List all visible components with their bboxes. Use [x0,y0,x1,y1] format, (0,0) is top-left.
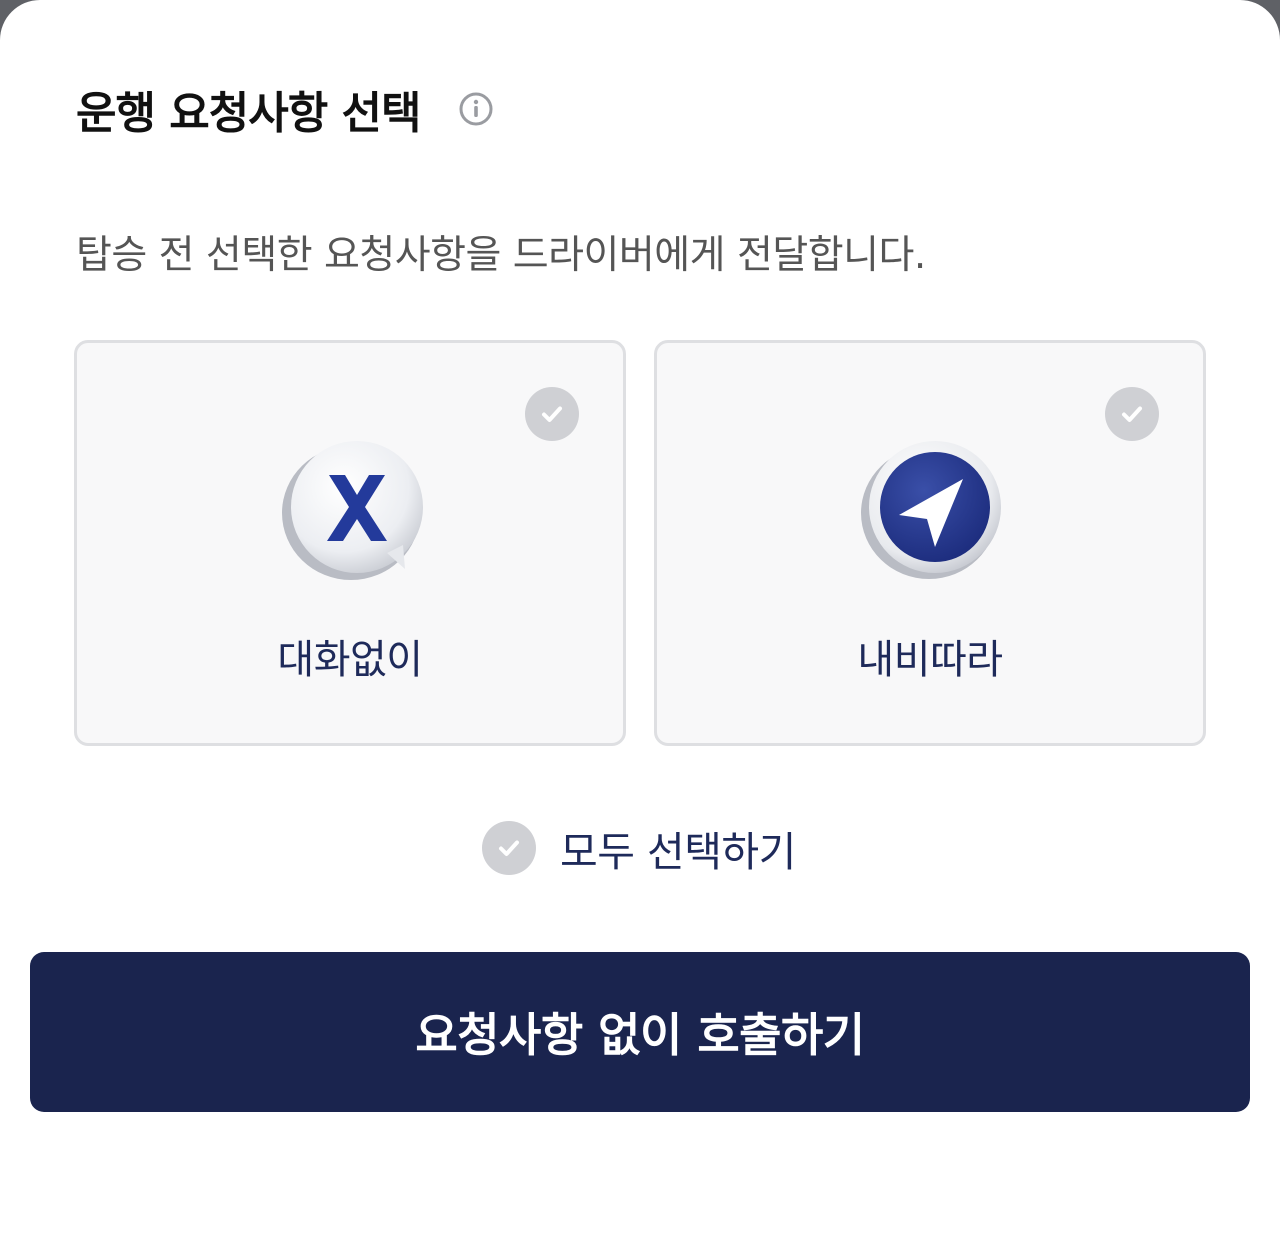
info-icon[interactable] [458,91,494,127]
bottom-sheet: 운행 요청사항 선택 탑승 전 선택한 요청사항을 드라이버에게 전달합니다. [0,0,1280,1244]
option-card-no-chat[interactable]: 대화없이 [74,340,626,746]
no-chat-icon [279,435,427,583]
check-icon [1105,387,1159,441]
option-card-navigation[interactable]: 내비따라 [654,340,1206,746]
header: 운행 요청사항 선택 [76,78,494,140]
request-options: 대화없이 내비따라 [74,340,1208,746]
call-without-request-button[interactable]: 요청사항 없이 호출하기 [30,952,1250,1112]
check-icon [482,821,536,875]
select-all-toggle[interactable]: 모두 선택하기 [482,820,796,876]
page-title: 운행 요청사항 선택 [76,88,421,139]
description-text: 탑승 전 선택한 요청사항을 드라이버에게 전달합니다. [76,233,926,278]
check-icon [525,387,579,441]
select-all-label: 모두 선택하기 [560,828,796,876]
navigation-arrow-icon [859,435,1007,583]
option-label: 대화없이 [277,637,423,683]
option-label: 내비따라 [857,637,1003,683]
